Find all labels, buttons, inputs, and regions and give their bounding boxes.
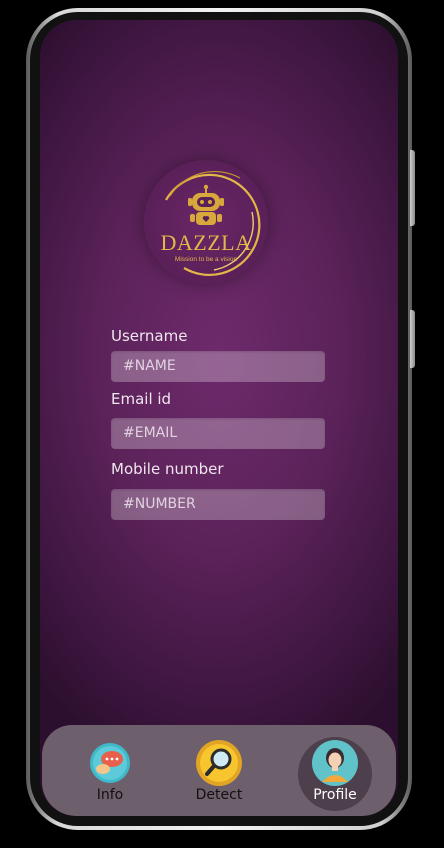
email-label: Email id — [111, 390, 172, 408]
app-screen: DAZZLA Mission to be a vision Username #… — [40, 20, 398, 816]
logo-ring — [165, 170, 261, 276]
side-button-power — [410, 150, 415, 226]
user-avatar-icon — [312, 740, 358, 786]
side-button-volume — [410, 310, 415, 368]
bottom-nav: Info Detect Profile — [42, 725, 396, 816]
mobile-input[interactable]: #NUMBER — [111, 489, 325, 520]
username-label: Username — [111, 327, 188, 345]
username-input[interactable]: #NAME — [111, 351, 325, 382]
nav-label-info: Info — [96, 787, 124, 803]
nav-label-profile: Profile — [313, 787, 357, 803]
magnifier-icon — [196, 740, 242, 786]
nav-item-profile[interactable]: Profile — [295, 725, 375, 816]
logo-title: DAZZLA — [160, 230, 252, 255]
nav-item-info[interactable]: Info — [70, 725, 150, 816]
username-placeholder: #NAME — [123, 358, 176, 374]
app-logo: DAZZLA Mission to be a vision — [144, 160, 268, 284]
mobile-placeholder: #NUMBER — [123, 496, 196, 512]
logo-tagline: Mission to be a vision — [174, 256, 238, 263]
nav-label-detect: Detect — [195, 787, 243, 803]
email-placeholder: #EMAIL — [123, 425, 178, 441]
mobile-label: Mobile number — [111, 460, 224, 478]
nav-item-detect[interactable]: Detect — [179, 725, 259, 816]
chat-bubble-icon — [90, 743, 130, 783]
email-input[interactable]: #EMAIL — [111, 418, 325, 449]
robot-icon — [188, 184, 224, 225]
